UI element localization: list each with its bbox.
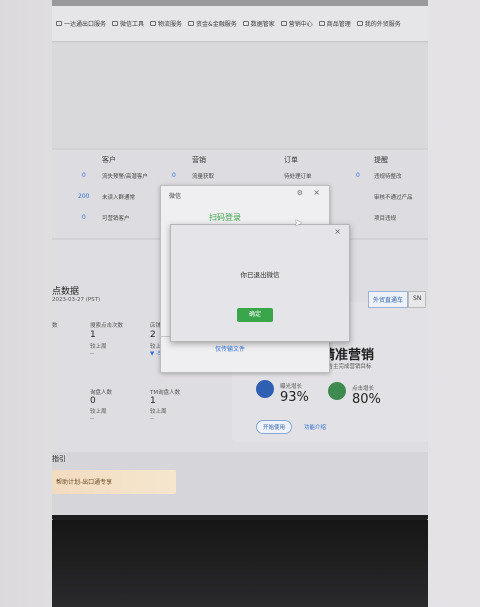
- overview-value[interactable]: 0: [172, 172, 176, 179]
- section-title: 点数据: [52, 287, 80, 297]
- cursor-click-icon: [328, 382, 346, 400]
- metric-label: 搜索点击次数: [90, 323, 124, 329]
- overview-value[interactable]: 0: [82, 172, 86, 179]
- grid-icon: [56, 21, 62, 26]
- marketing-tabs: 外贸直通车 SN: [368, 291, 427, 308]
- marketing-row[interactable]: 流量获取: [192, 172, 214, 180]
- nav-label: 一达通出口服务: [64, 21, 107, 28]
- intro-link[interactable]: 功能介绍: [304, 423, 326, 431]
- column-title-orders: 订单: [284, 156, 298, 164]
- nav-item-export[interactable]: 一达通出口服务: [56, 19, 106, 28]
- transfer-file-link[interactable]: 仅传输文件: [215, 344, 245, 353]
- box-icon: [318, 21, 325, 26]
- nav-label: 营销中心: [288, 21, 313, 28]
- header-band: [52, 43, 428, 148]
- scan-login-link[interactable]: 扫码登录: [209, 212, 241, 223]
- tab-other[interactable]: SN: [408, 291, 427, 308]
- chart-icon: [242, 21, 249, 26]
- money-icon: [188, 21, 195, 26]
- nav-label: 我的外贸服务: [364, 21, 401, 28]
- settings-icon[interactable]: ⚙: [297, 189, 303, 197]
- nav-item-finance[interactable]: 资金&金融服务: [188, 19, 237, 28]
- column-title-reminders: 提醒: [374, 156, 388, 164]
- left-label: 数: [52, 323, 58, 329]
- metric-change: --: [150, 416, 154, 422]
- click-label: 点击增长: [352, 386, 375, 392]
- nav-label: 微信工具: [120, 21, 145, 28]
- screen: 一达通出口服务 微信工具 物流服务 资金&金融服务 数据管家 营销中心 商品管理…: [52, 0, 428, 515]
- close-icon[interactable]: ×: [334, 227, 341, 236]
- customer-row[interactable]: 流失预警/高潜客户: [102, 172, 148, 180]
- overview-value[interactable]: 0: [356, 172, 360, 179]
- chat-icon: [112, 21, 119, 26]
- reminder-row[interactable]: 违规待整改: [374, 172, 402, 180]
- overview-value[interactable]: 200: [78, 193, 89, 200]
- service-icon: [356, 21, 363, 26]
- metric-compare: 较上周: [150, 409, 167, 415]
- reminder-row[interactable]: 审核不通过产品: [374, 193, 413, 201]
- metric-value: 2: [150, 330, 156, 340]
- nav-label: 物流服务: [158, 21, 183, 28]
- nav-label: 数据管家: [250, 21, 275, 28]
- nav-item-logistics[interactable]: 物流服务: [150, 19, 182, 28]
- column-title-customer: 客户: [102, 156, 116, 164]
- eye-icon: [256, 380, 274, 398]
- close-icon[interactable]: ×: [313, 188, 320, 197]
- metric-compare: 较上周: [90, 409, 107, 415]
- exposure-value: 93%: [280, 390, 309, 405]
- truck-icon: [150, 21, 157, 26]
- customer-row[interactable]: 未读入群通常: [102, 193, 135, 201]
- nav-item-products[interactable]: 商品管理: [318, 19, 351, 28]
- metric-change: --: [90, 351, 94, 357]
- wechat-title: 微信: [169, 193, 182, 200]
- nav-item-marketing[interactable]: 营销中心: [280, 19, 313, 28]
- tab-direct-train[interactable]: 外贸直通车: [368, 291, 409, 308]
- metric-change: --: [90, 416, 94, 422]
- top-nav: 一达通出口服务 微信工具 物流服务 资金&金融服务 数据管家 营销中心 商品管理…: [52, 6, 428, 42]
- data-date: 2023-03-27 (PST): [52, 297, 101, 303]
- exposure-label: 曝光增长: [280, 384, 303, 390]
- metric-value: 1: [150, 396, 156, 406]
- click-value: 80%: [352, 392, 381, 407]
- metric-value: 0: [90, 396, 96, 406]
- desk-surface: [52, 520, 428, 607]
- nav-item-data[interactable]: 数据管家: [242, 19, 275, 28]
- orders-row[interactable]: 待处理订单: [284, 172, 312, 180]
- column-title-marketing: 营销: [192, 156, 206, 164]
- mouse-cursor-icon: ➤: [294, 218, 303, 229]
- confirm-button[interactable]: 确定: [237, 308, 273, 322]
- logout-dialog: × 你已退出微信 确定: [170, 224, 350, 342]
- reminder-row[interactable]: 项目违规: [374, 214, 396, 222]
- start-button[interactable]: 开始使用: [256, 420, 293, 434]
- metric-compare: 较上周: [90, 344, 107, 350]
- customer-row[interactable]: 可营销客户: [102, 214, 130, 222]
- megaphone-icon: [280, 21, 287, 26]
- overview-value[interactable]: 0: [82, 214, 86, 221]
- nav-label: 商品管理: [326, 21, 351, 28]
- metric-value: 1: [90, 330, 96, 340]
- nav-label: 资金&金融服务: [196, 21, 237, 28]
- guide-banner[interactable]: 帮助计划-出口通专享: [52, 470, 176, 494]
- logout-message: 你已退出微信: [240, 271, 280, 279]
- guide-banner-text: 帮助计划-出口通专享: [56, 479, 113, 486]
- guide-title: 指引: [52, 455, 66, 463]
- metric-label: 询盘人数: [90, 390, 113, 396]
- nav-item-wechat[interactable]: 微信工具: [112, 19, 144, 28]
- metric-label: TM询盘人数: [150, 390, 181, 396]
- nav-item-services[interactable]: 我的外贸服务: [356, 19, 401, 28]
